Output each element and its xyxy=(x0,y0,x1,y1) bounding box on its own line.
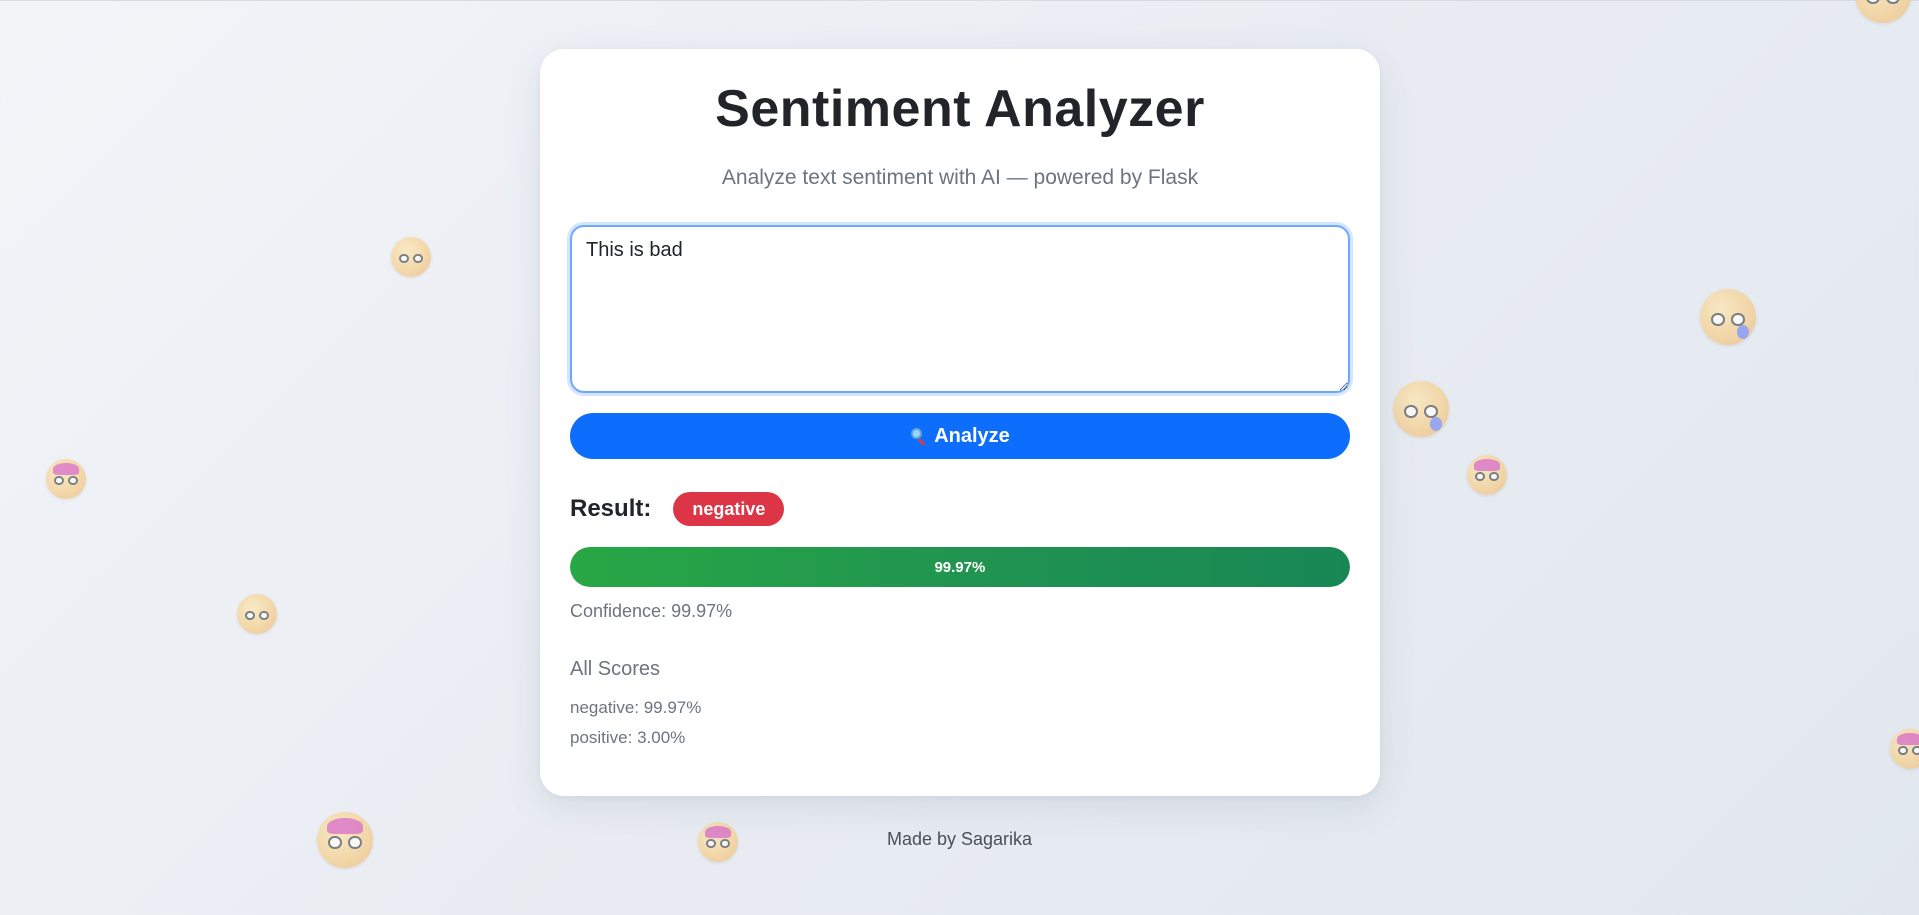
magnifying-glass-icon xyxy=(910,427,928,446)
analyze-button-label: Analyze xyxy=(934,424,1010,447)
emoji-decoration xyxy=(1467,455,1507,495)
score-item-positive: positive: 3.00% xyxy=(570,728,686,747)
confidence-progress-text: 99.97% xyxy=(934,558,986,576)
page-subtitle: Analyze text sentiment with AI — powered… xyxy=(721,166,1199,189)
emoji-decoration xyxy=(46,459,86,499)
emoji-decoration xyxy=(1890,729,1919,769)
emoji-decoration xyxy=(237,594,277,634)
analyzer-card: Sentiment Analyzer Analyze text sentimen… xyxy=(540,49,1380,796)
analyze-button[interactable]: Analyze xyxy=(570,413,1350,459)
sentiment-badge: negative xyxy=(673,492,785,526)
emoji-decoration xyxy=(1855,0,1911,23)
footer-credit: Made by Sagarika xyxy=(886,829,1033,849)
all-scores-title: All Scores xyxy=(570,658,661,680)
confidence-text: Confidence: 99.97% xyxy=(570,601,733,621)
text-input[interactable] xyxy=(570,225,1350,393)
result-row: Result: negative xyxy=(570,492,1350,526)
confidence-progress-fill: 99.97% xyxy=(570,547,1350,587)
result-label: Result: xyxy=(570,495,652,522)
emoji-decoration xyxy=(1393,381,1449,437)
page-title: Sentiment Analyzer xyxy=(715,80,1205,138)
emoji-decoration xyxy=(1700,289,1756,345)
score-item-negative: negative: 99.97% xyxy=(570,698,702,717)
score-list: negative: 99.97% positive: 3.00% xyxy=(570,693,1350,753)
emoji-decoration xyxy=(391,237,431,277)
confidence-progress-bar: 99.97% xyxy=(570,547,1350,587)
